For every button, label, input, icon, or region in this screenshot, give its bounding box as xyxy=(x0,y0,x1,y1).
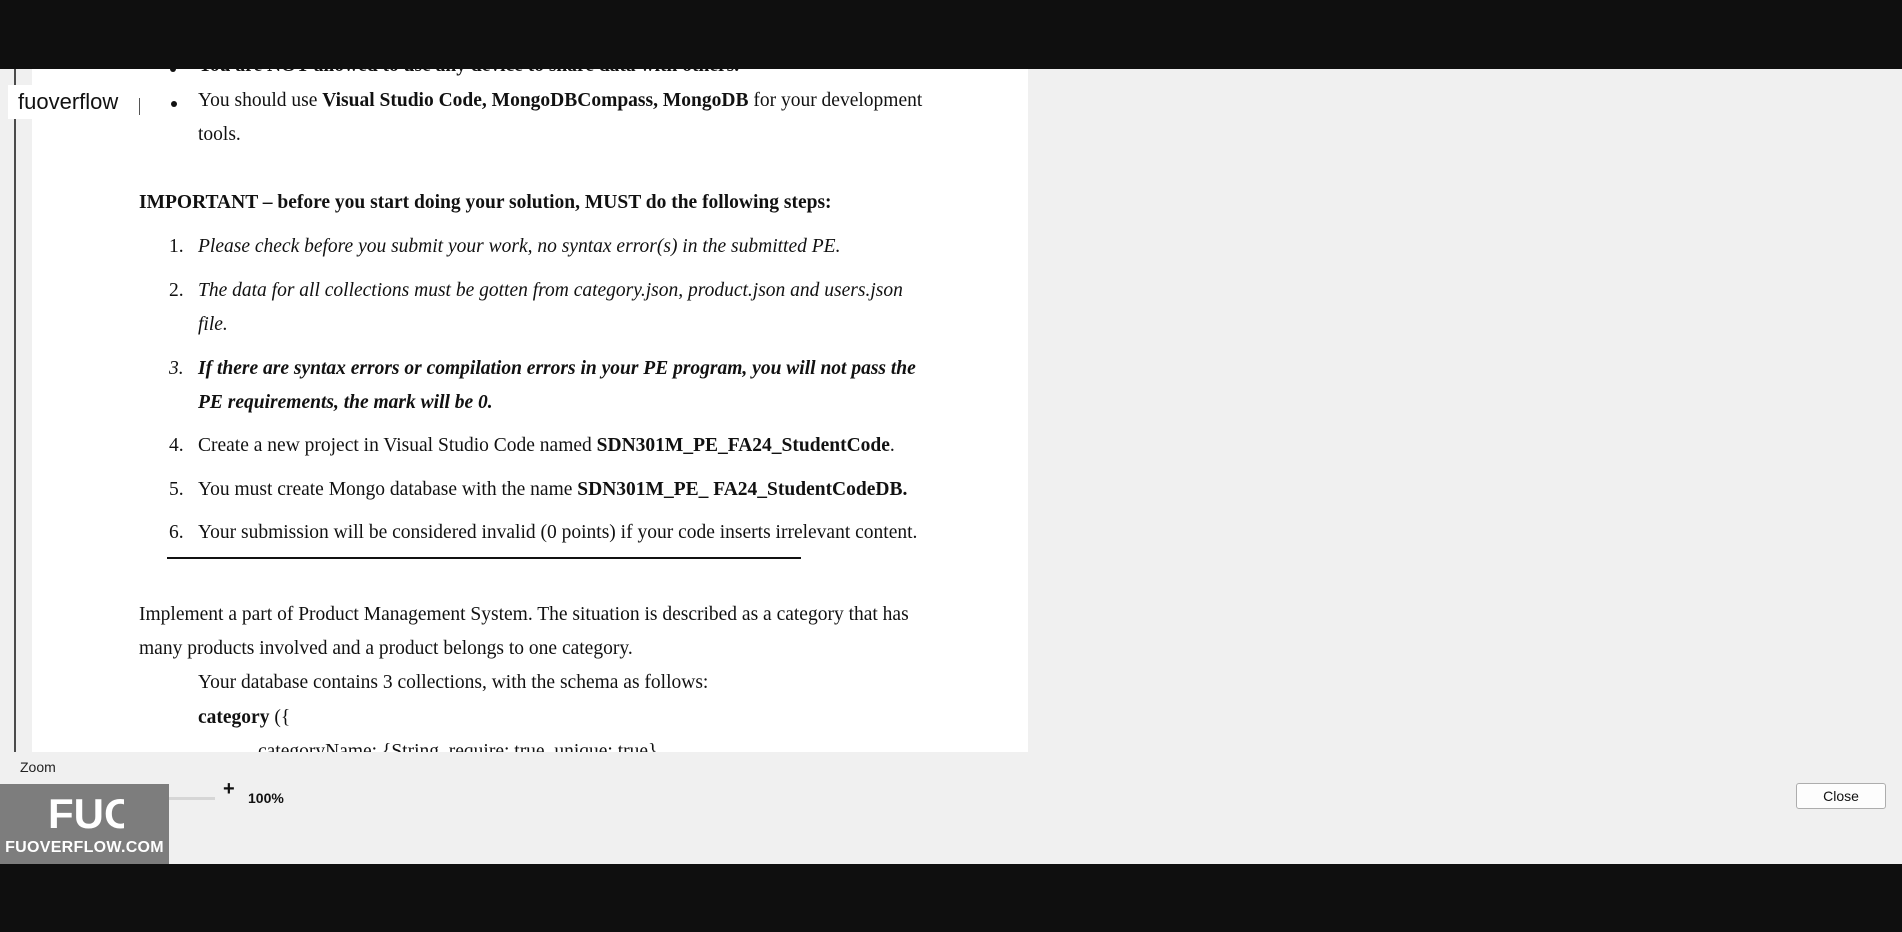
step-4-bold: SDN301M_PE_FA24_StudentCode xyxy=(596,435,890,456)
intro-paragraph-line1: Implement a part of Product Management S… xyxy=(139,604,909,625)
logo-text: FUOVERFLOW.COM xyxy=(5,839,164,856)
step-number: 5. xyxy=(169,479,184,500)
bullet-tools-suffix: for your development xyxy=(748,90,923,111)
left-border xyxy=(14,69,16,752)
bullet-tools-bold: Visual Studio Code, MongoDBCompass, Mong… xyxy=(322,90,749,111)
fuoverflow-logo: FUO FUOVERFLOW.COM xyxy=(0,784,169,864)
zoom-in-button[interactable]: + xyxy=(223,778,235,801)
step-3-text: If there are syntax errors or compilatio… xyxy=(198,358,916,379)
bullet-tools-line2: tools. xyxy=(198,124,241,145)
vertical-scrollbar[interactable] xyxy=(1878,69,1882,752)
zoom-label: Zoom xyxy=(20,759,56,775)
step-1-text: Please check before you submit your work… xyxy=(198,236,841,257)
bullet-dot xyxy=(170,69,176,72)
fuo-logo-icon: FUO xyxy=(48,790,124,834)
cut-bottom-line: categoryName: {String, require: true, un… xyxy=(258,741,658,752)
zoom-value: 100% xyxy=(248,790,284,806)
text-caret xyxy=(139,98,140,115)
top-black-bar xyxy=(0,0,1902,69)
category-keyword: category xyxy=(198,707,270,728)
document-page: You are NOT allowed to use any device to… xyxy=(32,69,1028,752)
bullet-dot xyxy=(171,101,177,107)
bullet-tools-prefix: You should use xyxy=(198,90,323,111)
close-button[interactable]: Close xyxy=(1796,783,1886,809)
cut-top-line: You are NOT allowed to use any device to… xyxy=(198,69,739,77)
step-number: 3. xyxy=(169,358,184,379)
step-5-bold: SDN301M_PE_ FA24_StudentCodeDB. xyxy=(577,479,908,500)
step-4-prefix: Create a new project in Visual Studio Co… xyxy=(198,435,597,456)
document-scroll-area[interactable]: You are NOT allowed to use any device to… xyxy=(14,69,1882,752)
step-number: 1. xyxy=(169,236,184,257)
step-3-text-cont: PE requirements, the mark will be 0. xyxy=(198,392,493,413)
category-brace: ({ xyxy=(269,707,291,728)
logo-mark-text: FUO xyxy=(48,790,124,834)
step-number: 6. xyxy=(169,522,184,543)
step-6-text: Your submission will be considered inval… xyxy=(198,522,918,543)
step-2-text-cont: file. xyxy=(198,314,228,335)
bottom-black-bar xyxy=(0,864,1902,932)
step-5-text: You must create Mongo database with the … xyxy=(198,479,907,501)
step-2-text: The data for all collections must be got… xyxy=(198,280,903,301)
schema-intro: Your database contains 3 collections, wi… xyxy=(198,672,709,693)
step-4-suffix: . xyxy=(889,435,895,456)
bullet-tools-line: You should use Visual Studio Code, Mongo… xyxy=(198,90,922,112)
brand-label: fuoverflow xyxy=(8,85,129,119)
step-4-text: Create a new project in Visual Studio Co… xyxy=(198,435,895,457)
document-viewer: You are NOT allowed to use any device to… xyxy=(0,69,1902,864)
category-schema-start: category ({ xyxy=(198,707,290,729)
step-number: 4. xyxy=(169,435,184,456)
section-divider xyxy=(167,557,801,559)
important-heading: IMPORTANT – before you start doing your … xyxy=(139,192,832,213)
intro-paragraph-line2: many products involved and a product bel… xyxy=(139,638,633,659)
step-number: 2. xyxy=(169,280,184,301)
step-5-prefix: You must create Mongo database with the … xyxy=(198,479,578,500)
